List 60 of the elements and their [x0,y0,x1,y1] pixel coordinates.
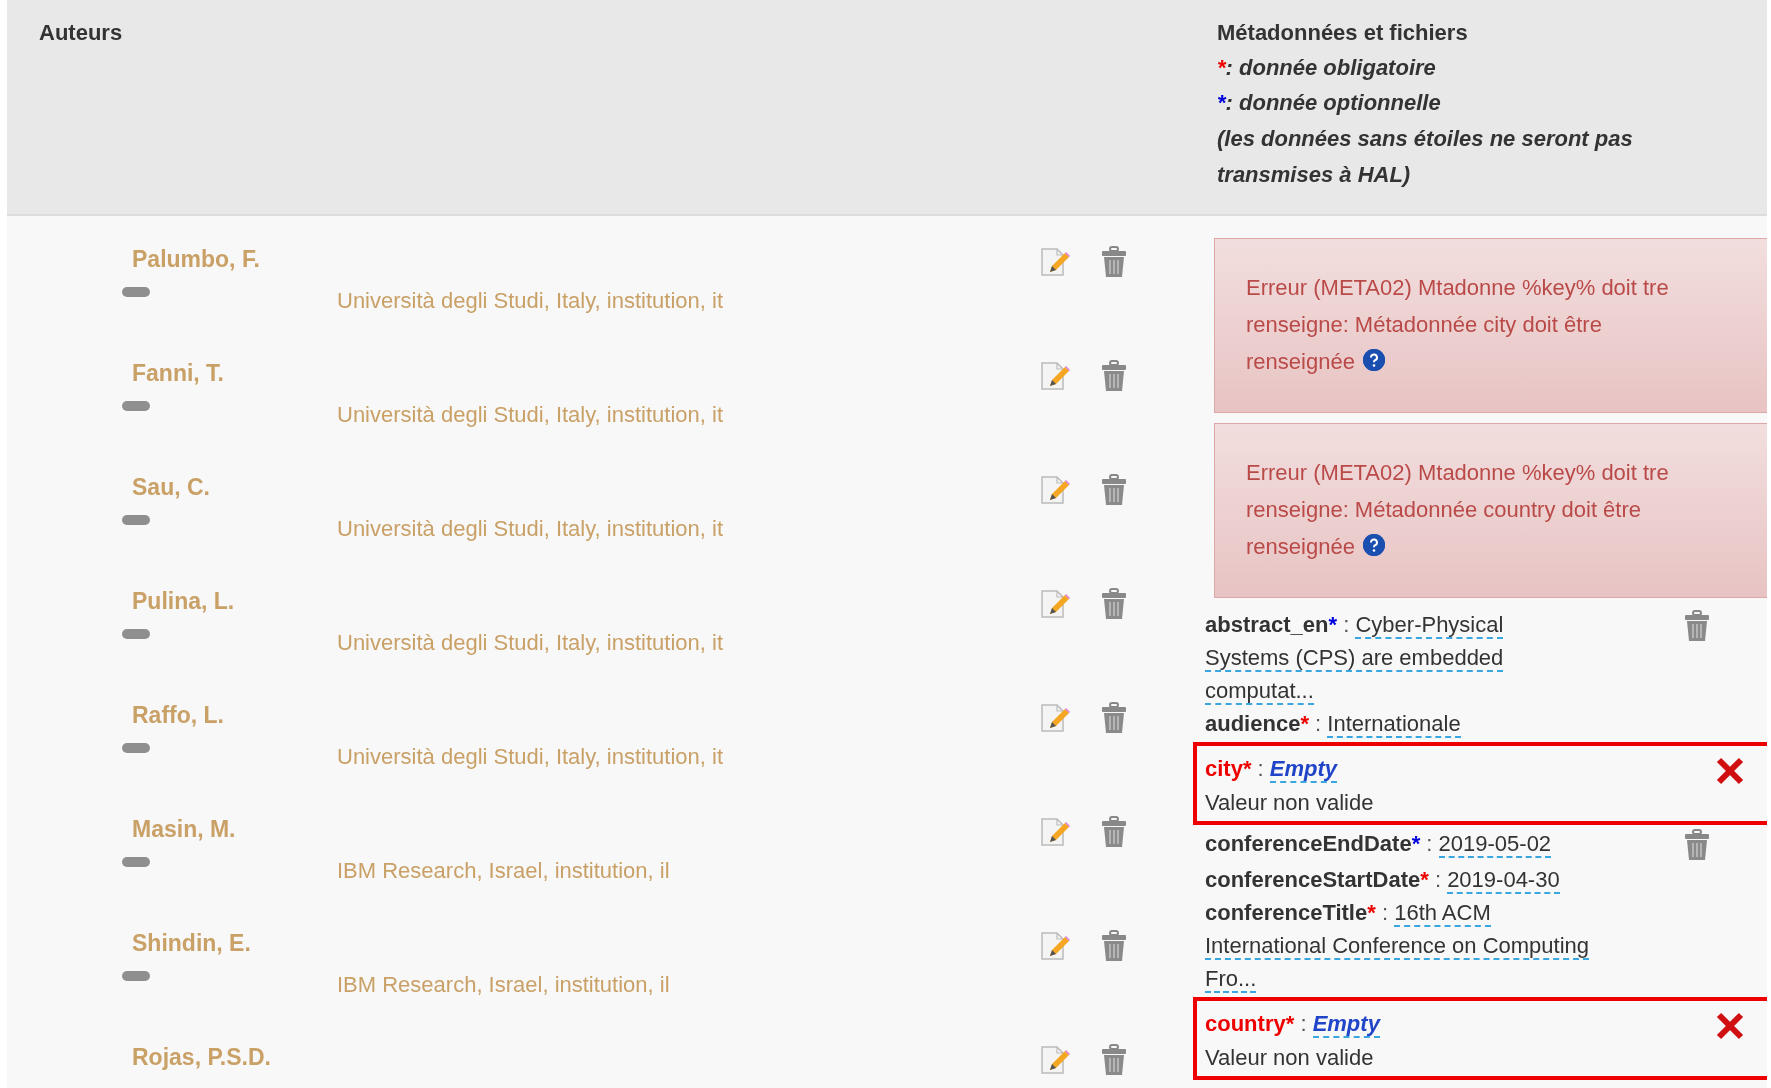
edit-icon [1038,702,1070,734]
trash-icon [1101,588,1127,620]
trash-icon [1101,816,1127,848]
affiliation-text: IBM Research, Israel, institution, il [337,857,671,884]
trash-icon [1101,930,1127,962]
author-name[interactable]: Raffo, L. [132,702,337,729]
handle-icon[interactable] [122,857,150,867]
affiliation-text: IBM Research, Israel, institution, il [337,971,671,998]
affiliation-text: Università degli Studi, Italy, institution, it [337,287,724,314]
metadata-entry: conferenceTitle* : 16th ACM International Conference on Computing Fro... [1205,899,1590,995]
handle-icon[interactable] [122,515,150,525]
metadata-entry: country* : Empty [1205,1010,1382,1040]
trash-icon [1684,829,1710,861]
metadata-entry: conferenceEndDate* : 2019-05-02 [1205,830,1553,860]
affiliation-text: Università degli Studi, Italy, institution, it [337,743,724,770]
handle-icon[interactable] [122,629,150,639]
edit-icon [1038,246,1070,278]
edit-icon [1038,816,1070,848]
edit-icon [1038,1044,1070,1076]
author-name[interactable]: Masin, M. [132,816,337,843]
legend-note: (les données sans étoiles ne seront pas transmises à HAL) [1217,125,1634,189]
trash-icon [1101,360,1127,392]
legend-line: *: donnée optionnelle [1217,90,1442,116]
metadata-entry: audience* : Internationale [1205,710,1462,740]
author-name[interactable]: Pulina, L. [132,588,337,615]
affiliation-text: Università degli Studi, Italy, institution, it [337,629,724,656]
close-icon[interactable] [1715,756,1745,786]
affiliation-text: Università degli Studi, Italy, institution, it [337,515,724,542]
author-name[interactable]: Palumbo, F. [132,246,337,273]
error-alert: Erreur (META02) Mtadonne %key% doit tre renseigne: Métadonnée city doit être renseignée [1214,238,1767,413]
metadata-entry: conferenceStartDate* : 2019-04-30 [1205,866,1561,896]
validation-message: Valeur non valide [1205,789,1375,817]
trash-icon [1101,474,1127,506]
column-title: Métadonnées et fichiers [1217,20,1469,46]
author-name[interactable]: Shindin, E. [132,930,337,957]
author-name[interactable]: Fanni, T. [132,360,337,387]
author-name[interactable]: Rojas, P.S.D. [132,1044,337,1071]
handle-icon[interactable] [122,743,150,753]
edit-icon [1038,474,1070,506]
trash-icon [1101,246,1127,278]
edit-icon [1038,930,1070,962]
trash-icon [1101,702,1127,734]
help-icon[interactable] [1362,534,1385,556]
metadata-entry: city* : Empty [1205,755,1339,785]
handle-icon[interactable] [122,287,150,297]
edit-icon [1038,588,1070,620]
column-title: Auteurs [39,20,124,47]
metadata-entry: abstract_en* : Cyber-Physical Systems (CPS) are embedded computat... [1205,611,1505,707]
legend-line: *: donnée obligatoire [1217,55,1437,81]
author-name[interactable]: Sau, C. [132,474,337,501]
handle-icon[interactable] [122,971,150,981]
trash-icon [1101,1044,1127,1076]
trash-icon [1684,610,1710,642]
affiliation-text: Università degli Studi, Italy, institution, it [337,401,724,428]
edit-icon [1038,360,1070,392]
handle-icon[interactable] [122,401,150,411]
validation-message: Valeur non valide [1205,1044,1375,1072]
help-icon[interactable] [1362,349,1385,371]
error-alert: Erreur (META02) Mtadonne %key% doit tre renseigne: Métadonnée country doit être renseignée [1214,423,1767,598]
close-icon[interactable] [1715,1011,1745,1041]
